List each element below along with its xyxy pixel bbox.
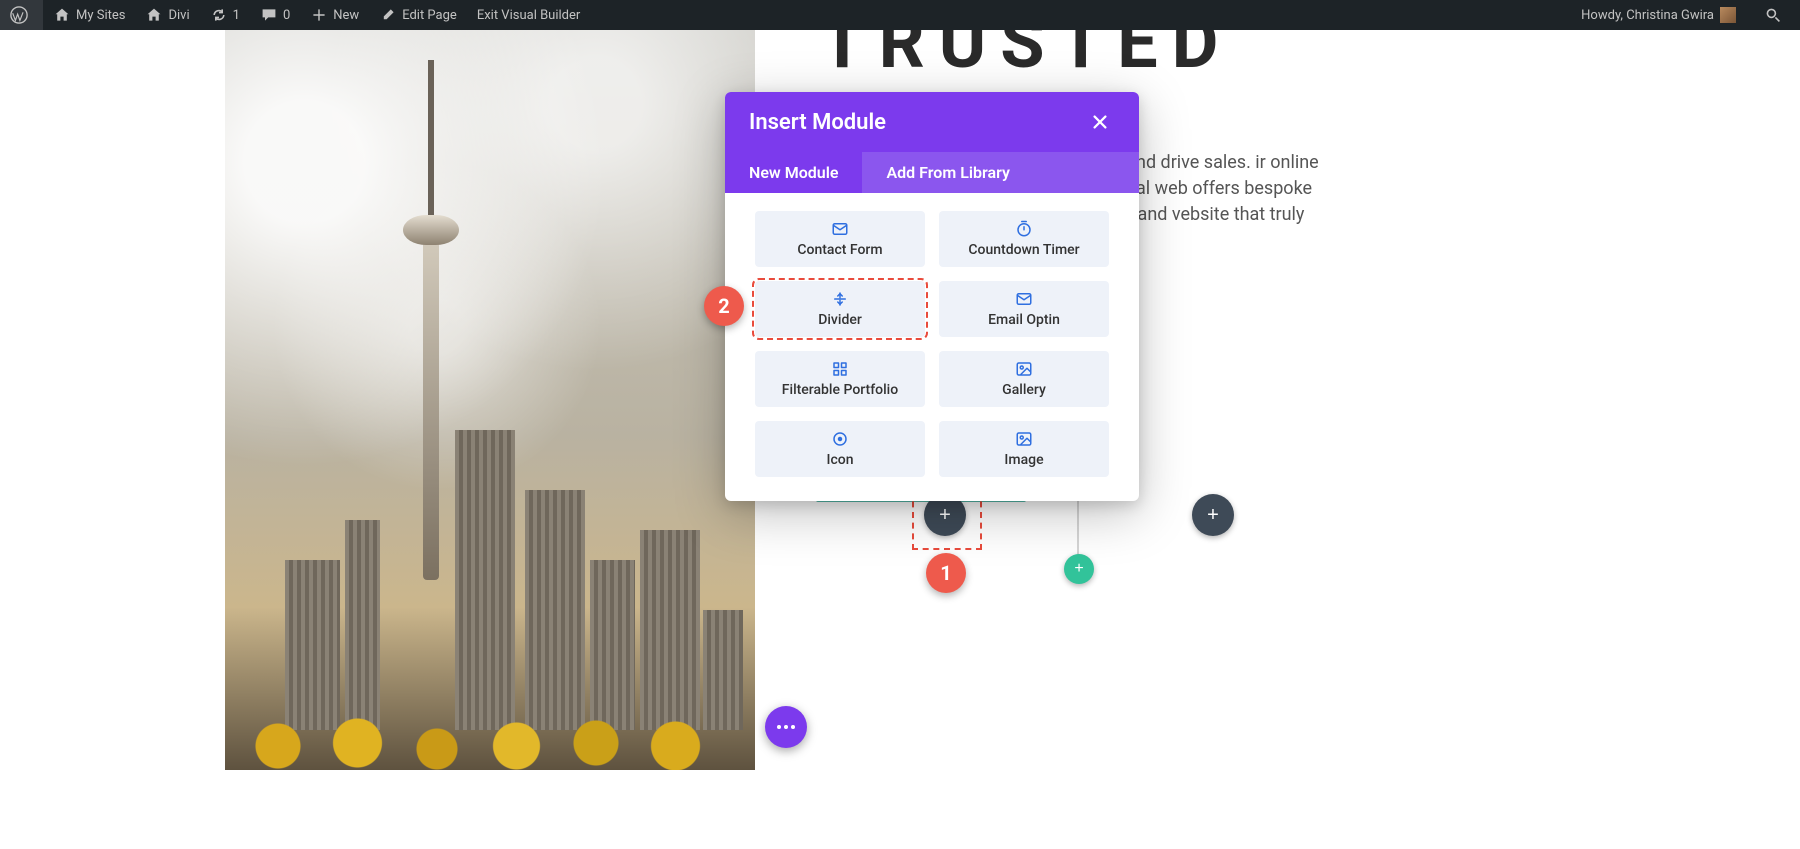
new-content-menu[interactable]: New [300, 0, 369, 30]
site-name-menu[interactable]: Divi [135, 0, 199, 30]
my-sites-label: My Sites [76, 8, 125, 23]
annotation-callout-2: 2 [704, 286, 744, 326]
plus-icon: + [1207, 504, 1219, 527]
module-card-email-optin[interactable]: Email Optin [939, 281, 1109, 337]
mail-icon [831, 220, 849, 238]
pencil-icon [379, 6, 397, 24]
module-card-gallery[interactable]: Gallery [939, 351, 1109, 407]
module-card-countdown-timer[interactable]: Countdown Timer [939, 211, 1109, 267]
module-card-label: Icon [826, 452, 853, 468]
insert-module-modal: Insert Module New Module Add From Librar… [725, 92, 1139, 501]
tab-add-from-library[interactable]: Add From Library [862, 152, 1033, 193]
module-card-contact-form[interactable]: Contact Form [755, 211, 925, 267]
image-icon [1015, 430, 1033, 448]
module-card-filterable-portfolio[interactable]: Filterable Portfolio [755, 351, 925, 407]
comments-menu[interactable]: 0 [250, 0, 300, 30]
wordpress-icon [10, 6, 28, 24]
mail-icon [1015, 290, 1033, 308]
plus-icon: + [1074, 560, 1083, 578]
close-icon [1091, 113, 1109, 131]
exit-vb-label: Exit Visual Builder [477, 8, 580, 23]
avatar [1720, 7, 1736, 23]
wp-admin-bar: My Sites Divi 1 0 New [0, 0, 1800, 30]
site-name-label: Divi [168, 8, 189, 23]
refresh-icon [210, 6, 228, 24]
page-settings-button[interactable] [765, 706, 807, 748]
module-card-label: Filterable Portfolio [782, 382, 898, 398]
admin-search-button[interactable] [1746, 0, 1800, 30]
hero-image [225, 30, 755, 770]
comments-count: 0 [283, 8, 290, 23]
module-card-label: Divider [818, 312, 862, 328]
module-card-label: Countdown Timer [968, 242, 1079, 258]
modal-close-button[interactable] [1085, 107, 1115, 137]
module-card-divider[interactable]: Divider [755, 281, 925, 337]
plus-icon [310, 6, 328, 24]
module-card-label: Contact Form [797, 242, 882, 258]
module-card-label: Email Optin [988, 312, 1060, 328]
plus-icon: + [939, 504, 951, 527]
module-card-label: Gallery [1002, 382, 1046, 398]
module-card-icon[interactable]: Icon [755, 421, 925, 477]
edit-page-label: Edit Page [402, 8, 457, 23]
image-icon [1015, 360, 1033, 378]
updates-menu[interactable]: 1 [200, 0, 250, 30]
page-canvas: TRUSTED business. A well-designed awaren… [0, 30, 1800, 849]
timer-icon [1015, 220, 1033, 238]
modal-title: Insert Module [749, 110, 886, 135]
howdy-label: Howdy, Christina Gwira [1581, 8, 1714, 23]
my-sites-menu[interactable]: My Sites [43, 0, 135, 30]
account-menu[interactable]: Howdy, Christina Gwira [1571, 0, 1746, 30]
modal-header: Insert Module [725, 92, 1139, 152]
grid-icon [831, 360, 849, 378]
edit-page-link[interactable]: Edit Page [369, 0, 467, 30]
module-card-label: Image [1004, 452, 1043, 468]
wp-logo[interactable] [0, 0, 43, 30]
exit-visual-builder-link[interactable]: Exit Visual Builder [467, 0, 590, 30]
target-icon [831, 430, 849, 448]
divider-icon [831, 290, 849, 308]
modal-body: Contact Form Countdown Timer Divider Email … [725, 193, 1139, 501]
module-card-image[interactable]: Image [939, 421, 1109, 477]
home-icon [53, 6, 71, 24]
comment-icon [260, 6, 278, 24]
new-label: New [333, 8, 359, 23]
updates-count: 1 [233, 8, 240, 23]
modal-tabs: New Module Add From Library [725, 152, 1139, 193]
search-icon [1765, 7, 1781, 23]
tab-new-module[interactable]: New Module [725, 152, 862, 193]
site-icon [145, 6, 163, 24]
more-icon [777, 725, 795, 729]
add-row-button[interactable]: + [1064, 554, 1094, 584]
add-module-button-col2[interactable]: + [1192, 494, 1234, 536]
annotation-callout-1: 1 [926, 553, 966, 593]
